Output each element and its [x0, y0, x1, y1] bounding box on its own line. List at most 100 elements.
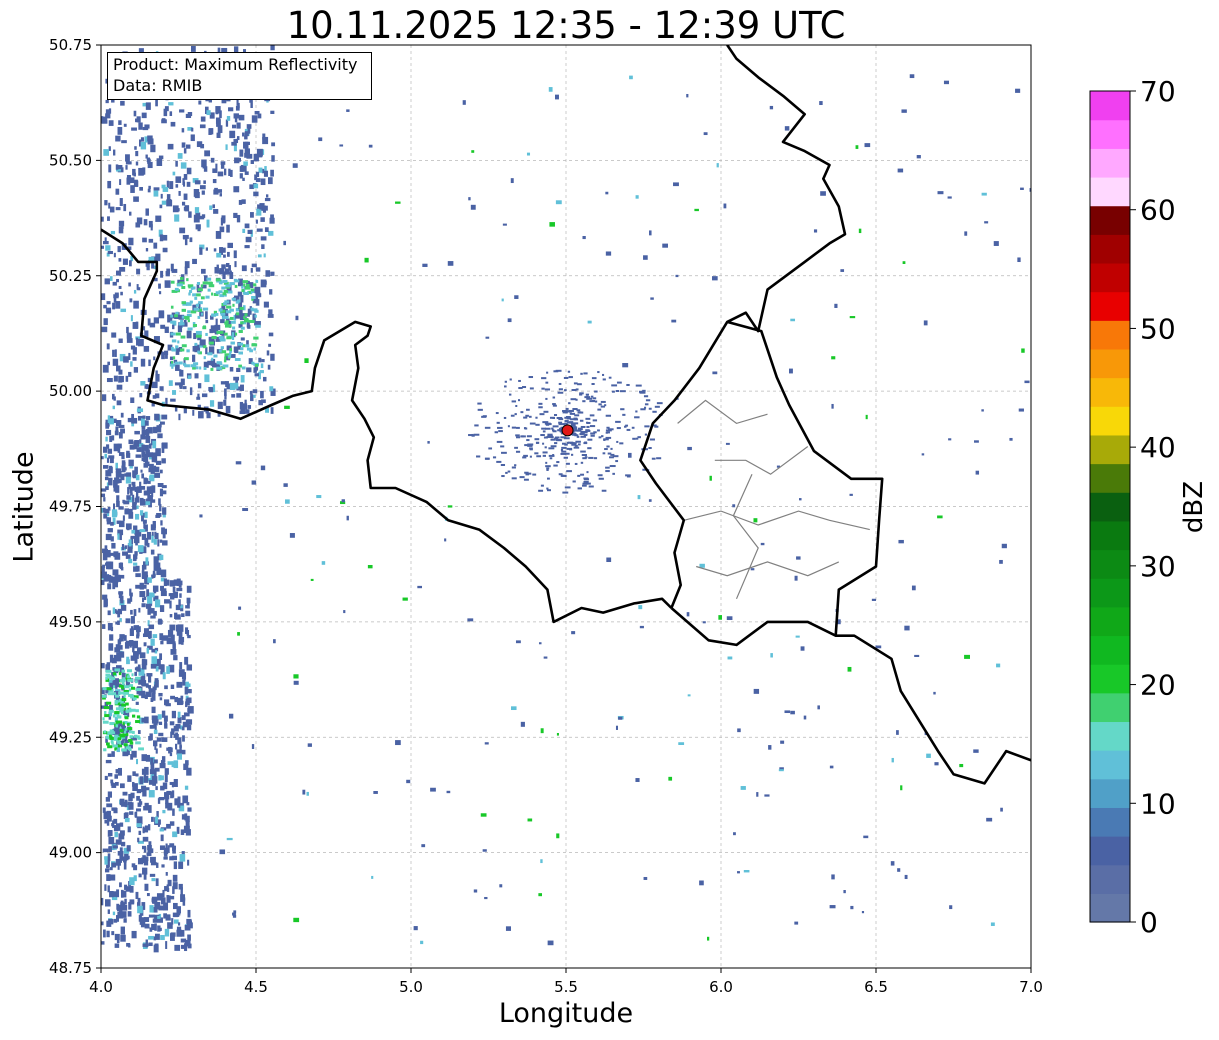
echo-cell [420, 940, 424, 945]
echo-cell [236, 214, 241, 223]
echo-cell [574, 414, 580, 417]
echo-cell [151, 656, 157, 664]
echo-cell [544, 446, 547, 449]
echo-cell [474, 424, 479, 427]
echo-cell [520, 435, 524, 438]
echo-cell [169, 356, 174, 361]
echo-cell [125, 476, 131, 484]
echo-cell [268, 332, 274, 337]
echo-cell [154, 679, 159, 688]
echo-cell [178, 413, 181, 421]
echo-cell [540, 434, 545, 437]
echo-cell [141, 845, 147, 850]
echo-cell [126, 855, 130, 860]
echo-cell [147, 188, 151, 193]
echo-cell [108, 202, 111, 209]
echo-cell [253, 336, 259, 340]
echo-cell [580, 461, 584, 464]
echo-cell [148, 185, 151, 189]
echo-cell [150, 638, 155, 646]
echo-cell [760, 542, 765, 546]
echo-cell [119, 882, 122, 888]
echo-cell [552, 430, 557, 433]
echo-cell [150, 697, 154, 703]
echo-cell [154, 933, 160, 940]
echo-cell [127, 911, 132, 917]
colorbar-segment [1090, 148, 1130, 178]
echo-cell [107, 860, 110, 868]
echo-cell [215, 109, 219, 115]
x-tick-label: 4.0 [89, 978, 113, 996]
echo-cell [123, 694, 126, 698]
echo-cell [132, 783, 138, 792]
echo-cell [270, 353, 275, 361]
echo-cell [511, 400, 517, 403]
echo-cell [508, 393, 512, 396]
echo-cell [136, 758, 139, 765]
echo-cell [161, 864, 165, 868]
echo-cell [184, 943, 188, 952]
echo-cell [829, 905, 836, 909]
echo-cell [484, 457, 490, 460]
echo-cell [592, 419, 598, 422]
echo-cell [189, 237, 193, 243]
echo-cell [251, 263, 257, 268]
echo-cell [145, 208, 149, 216]
x-tick-label: 7.0 [1019, 978, 1043, 996]
echo-cell [133, 110, 137, 117]
echo-cell [135, 474, 140, 481]
echo-cell [179, 382, 183, 389]
echo-cell [737, 871, 740, 874]
echo-cell [112, 607, 116, 614]
echo-cell [600, 400, 606, 403]
echo-cell [113, 654, 118, 661]
echo-cell [136, 268, 141, 275]
echo-cell [174, 287, 179, 291]
echo-cell [224, 332, 228, 336]
echo-cell [181, 285, 186, 289]
echo-cell [256, 148, 263, 157]
echo-cell [172, 593, 178, 599]
echo-cell [620, 408, 625, 411]
echo-cell [138, 914, 142, 922]
echo-cell [484, 742, 489, 745]
echo-cell [626, 383, 630, 386]
echo-cell [194, 191, 200, 199]
echo-cell [593, 457, 598, 460]
echo-cell [559, 427, 562, 431]
echo-cell [185, 829, 191, 836]
echo-cell [608, 376, 612, 379]
y-tick-label: 50.25 [49, 267, 92, 285]
echo-cell [177, 153, 183, 159]
echo-cell [141, 718, 145, 723]
echo-cell [206, 219, 209, 226]
echo-cell [160, 934, 165, 941]
echo-cell [133, 609, 137, 617]
echo-cell [270, 214, 274, 220]
echo-cell [212, 179, 217, 184]
echo-cell [184, 686, 188, 695]
echo-cell [111, 862, 117, 868]
echo-cell [201, 190, 205, 195]
echo-cell [145, 683, 149, 688]
echo-cell [251, 115, 258, 123]
echo-cell [132, 714, 136, 718]
echo-cell [605, 431, 608, 434]
echo-cell [109, 206, 115, 213]
echo-cell [598, 436, 602, 439]
echo-cell [142, 867, 148, 875]
echo-cell [115, 188, 120, 195]
echo-cell [181, 142, 186, 148]
echo-cell [147, 138, 154, 145]
echo-cell [293, 680, 299, 685]
echo-cell [577, 411, 584, 414]
echo-cell [648, 447, 652, 450]
x-axis-ticks: 4.0 4.5 5.0 5.5 6.0 6.5 7.0 [89, 968, 1043, 996]
echo-cell [562, 491, 569, 494]
echo-cell [160, 760, 165, 764]
echo-cell [186, 302, 189, 306]
echo-cell [205, 247, 208, 251]
echo-cell [170, 320, 175, 324]
echo-cell [184, 924, 191, 931]
echo-cell [643, 255, 648, 260]
